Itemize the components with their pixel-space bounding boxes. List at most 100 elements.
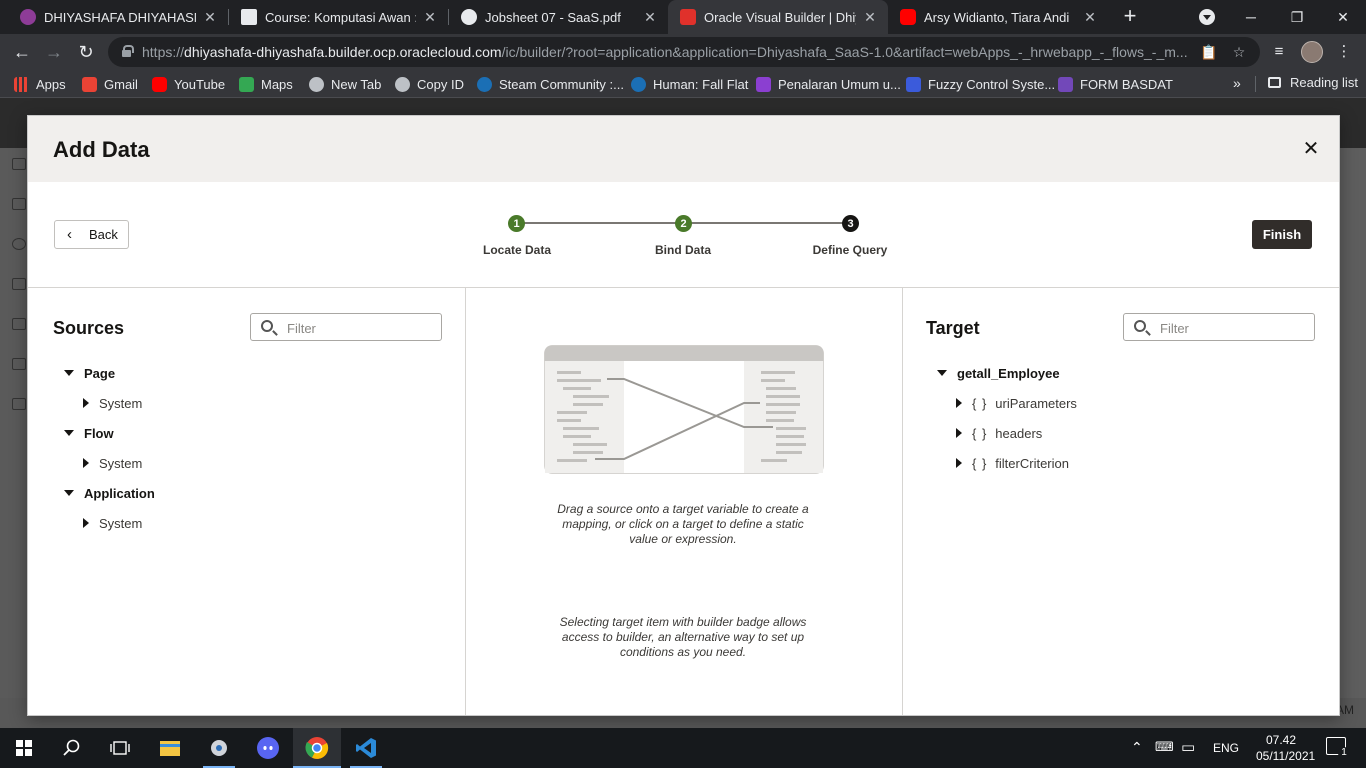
back-arrow-icon[interactable]: ← [10,40,34,64]
profile-avatar[interactable] [1301,41,1323,63]
close-tab-icon[interactable]: ✕ [202,9,218,26]
bookmark-penalaran[interactable]: Penalaran Umum u... [756,75,901,93]
close-tab-icon[interactable]: ✕ [862,9,878,26]
menu-dots-icon[interactable]: ⋮ [1334,42,1354,62]
reading-list-button[interactable]: Reading list [1268,75,1358,90]
bookmark-maps[interactable]: Maps [239,75,293,93]
tab-title: Oracle Visual Builder | Dhiyas [704,9,856,25]
caret-right-icon[interactable] [83,518,89,528]
url-text[interactable]: https://dhiyashafa-dhiyashafa.builder.oc… [142,44,1192,60]
step-3-indicator[interactable]: 3 [842,215,859,232]
step-1-label[interactable]: Locate Data [457,243,577,257]
finish-button[interactable]: Finish [1252,220,1312,249]
search-icon [1134,320,1146,332]
tree-node-filter-criterion[interactable]: { } filterCriterion [956,454,1069,472]
step-1-indicator[interactable]: 1 [508,215,525,232]
tree-label: System [99,515,143,531]
clipboard-icon[interactable]: 📋 [1200,43,1218,61]
browser-tab[interactable]: Arsy Widianto, Tiara Andi ✕ [888,0,1108,34]
search-button[interactable] [48,728,96,768]
bookmark-new-tab[interactable]: New Tab [309,75,381,93]
browser-tab-active[interactable]: Oracle Visual Builder | Dhiyas ✕ [668,0,888,34]
step-2-label[interactable]: Bind Data [623,243,743,257]
tree-node-flow-system[interactable]: System [83,454,142,472]
app-button[interactable] [195,728,243,768]
language-indicator[interactable]: ENG [1213,741,1239,755]
minimize-button[interactable]: ─ [1228,0,1274,34]
caret-right-icon[interactable] [956,398,962,408]
lock-icon[interactable] [122,45,134,57]
bookmark-steam[interactable]: Steam Community :... [477,75,624,93]
bookmark-star-icon[interactable]: ☆ [1230,43,1248,61]
bookmark-label: New Tab [331,76,382,92]
vscode-button[interactable] [342,728,390,768]
tree-node-headers[interactable]: { } headers [956,424,1042,442]
clock[interactable]: 07.42 05/11/2021 [1256,732,1315,764]
browser-tab[interactable]: DHIYASHAFA DHIYAHASNA H ✕ [8,0,228,34]
media-control-icon[interactable]: ≡ [1269,42,1289,62]
caret-down-icon[interactable] [937,370,947,376]
discord-button[interactable] [244,728,292,768]
more-bookmarks-icon[interactable]: » [1233,75,1241,91]
tree-node-flow[interactable]: Flow [64,424,114,442]
keyboard-icon[interactable]: ▭ [1181,738,1195,756]
search-icon [261,320,273,332]
close-window-button[interactable]: ✕ [1320,0,1366,34]
target-icon [12,238,26,250]
show-hidden-icons-chevron[interactable]: ⌃ [1131,739,1143,756]
browser-tab[interactable]: Jobsheet 07 - SaaS.pdf ✕ [449,0,668,34]
tree-node-uri-parameters[interactable]: { } uriParameters [956,394,1077,412]
sources-filter-input[interactable]: Filter [250,313,442,341]
forward-arrow-icon[interactable]: → [42,40,66,64]
object-braces-icon: { } [972,395,988,411]
close-tab-icon[interactable]: ✕ [642,9,658,26]
close-icon[interactable]: ✕ [1300,138,1322,160]
task-view-button[interactable] [96,728,144,768]
browser-tab[interactable]: Course: Komputasi Awan : Di ✕ [229,0,448,34]
caret-right-icon[interactable] [956,458,962,468]
url-prefix: https:// [142,44,185,60]
chrome-button[interactable] [293,728,341,768]
bookmark-gmail[interactable]: Gmail [82,75,138,93]
tree-label: getall_Employee [957,365,1060,381]
step-2-indicator[interactable]: 2 [675,215,692,232]
bookmark-label: FORM BASDAT [1080,76,1173,92]
close-tab-icon[interactable]: ✕ [422,9,438,26]
tree-label: uriParameters [995,395,1077,411]
start-button[interactable] [0,728,48,768]
caret-right-icon[interactable] [956,428,962,438]
puzzle-icon [12,318,26,330]
bookmark-apps[interactable]: Apps [14,75,66,93]
network-icon[interactable]: ⌨ [1155,739,1174,755]
back-button[interactable]: ‹ Back [54,220,129,249]
tree-node-application[interactable]: Application [64,484,155,502]
restore-button[interactable]: ❐ [1274,0,1320,34]
tree-node-page[interactable]: Page [64,364,115,382]
zenius-icon [756,76,771,92]
caret-down-icon[interactable] [64,430,74,436]
tab-search-icon[interactable] [1199,9,1215,25]
clock-time: 07.42 [1265,733,1297,747]
caret-right-icon[interactable] [83,458,89,468]
bookmark-copy-id[interactable]: Copy ID [395,75,464,93]
tree-node-application-system[interactable]: System [83,514,142,532]
target-filter-input[interactable]: Filter [1123,313,1315,341]
caret-down-icon[interactable] [64,490,74,496]
filter-placeholder: Filter [1160,321,1189,336]
bookmark-form-basdat[interactable]: FORM BASDAT [1058,75,1173,93]
new-tab-button[interactable]: + [1118,5,1142,29]
reload-icon[interactable]: ↻ [74,40,98,64]
bookmark-human-fall-flat[interactable]: Human: Fall Flat [631,75,748,93]
address-bar[interactable]: https://dhiyashafa-dhiyashafa.builder.oc… [108,37,1260,67]
close-tab-icon[interactable]: ✕ [1082,9,1098,26]
back-label: Back [89,227,118,242]
caret-down-icon[interactable] [64,370,74,376]
caret-right-icon[interactable] [83,398,89,408]
step-3-label[interactable]: Define Query [790,243,910,257]
bookmark-youtube[interactable]: YouTube [152,75,225,93]
bookmark-fuzzy[interactable]: Fuzzy Control Syste... [906,75,1055,93]
file-explorer-button[interactable] [146,728,194,768]
tree-node-getall-employee[interactable]: getall_Employee [937,364,1060,382]
maps-icon [239,76,254,92]
tree-node-page-system[interactable]: System [83,394,142,412]
